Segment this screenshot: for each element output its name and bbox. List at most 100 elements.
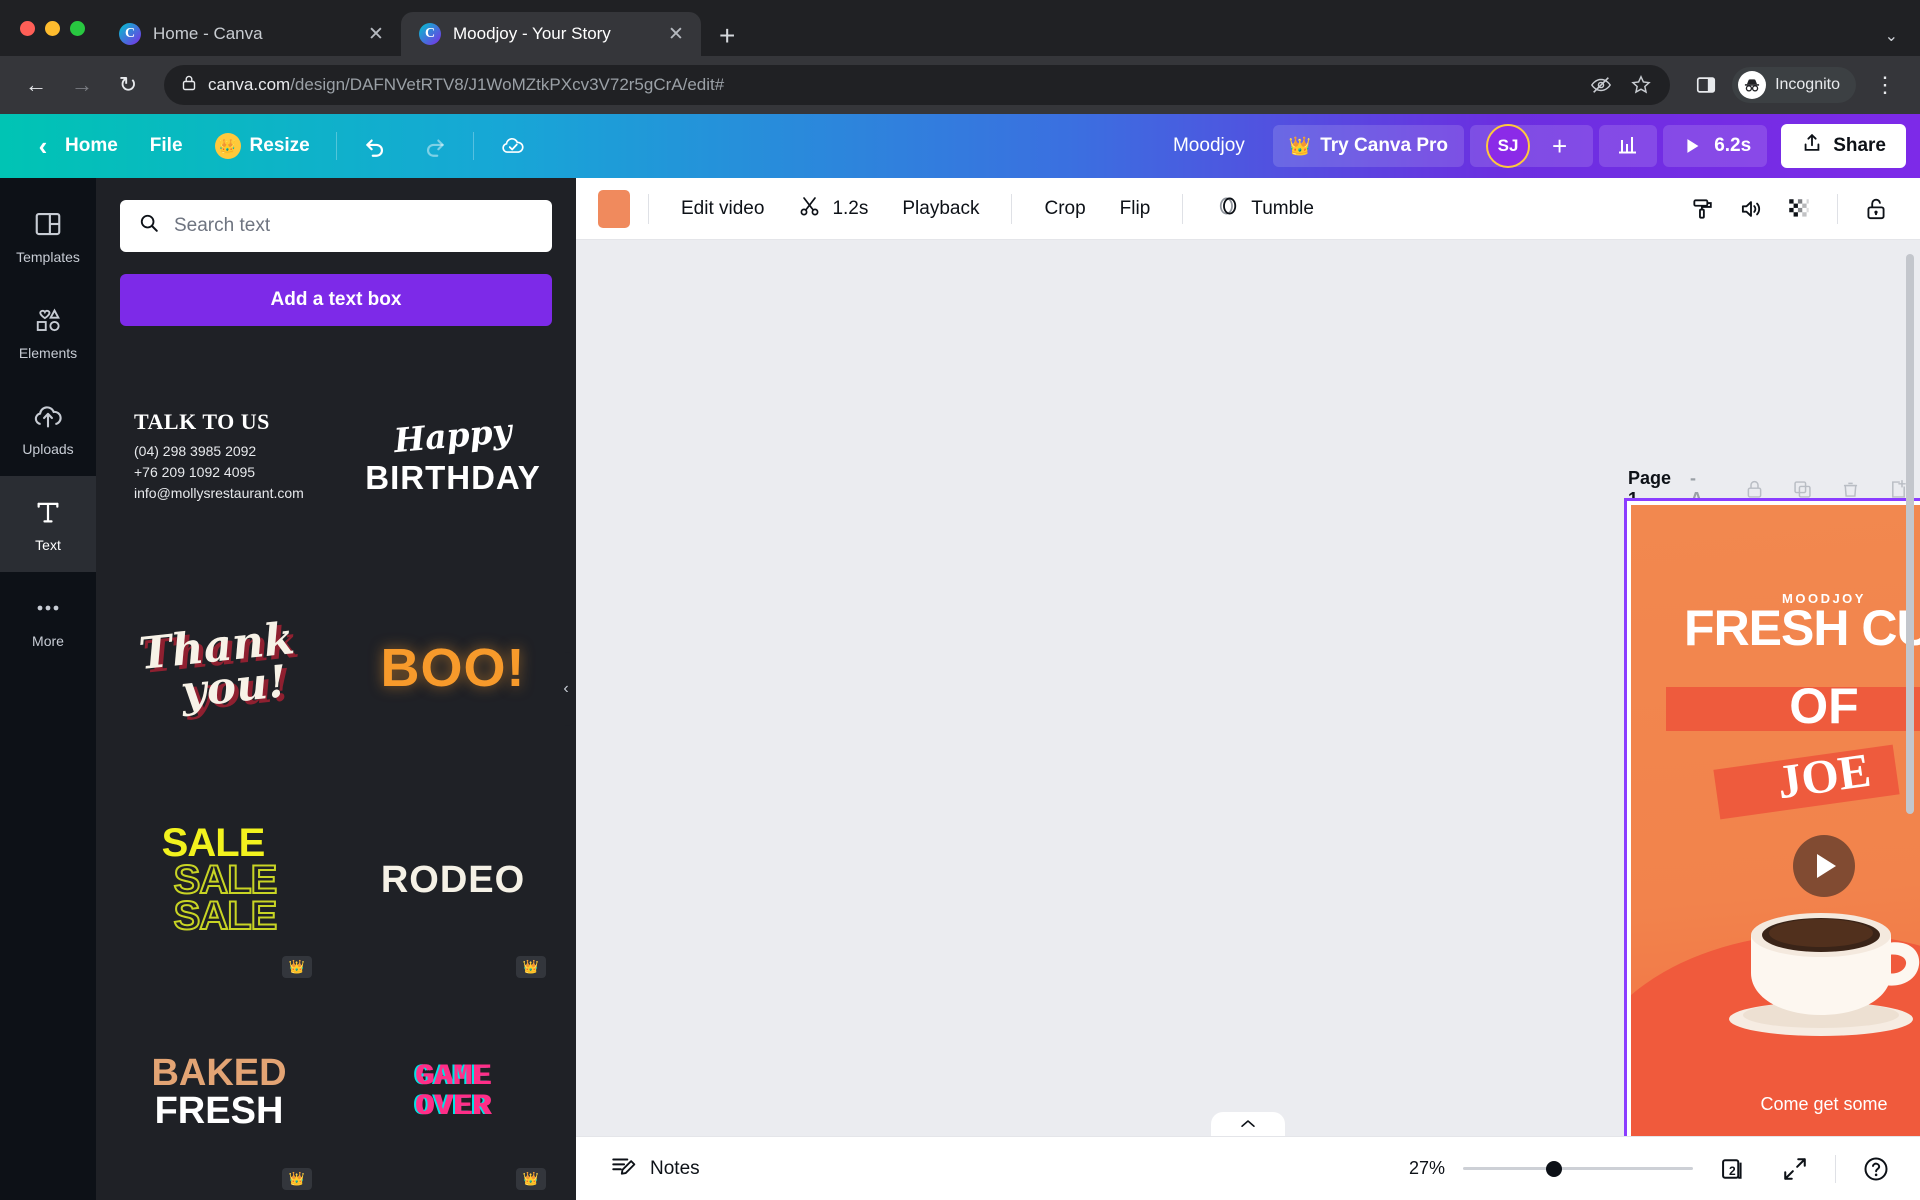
divider [335, 132, 337, 160]
sidebar-item-more[interactable]: More [0, 572, 96, 668]
color-swatch-button[interactable] [598, 189, 630, 228]
poster-of: OF [1789, 678, 1859, 734]
search-placeholder: Search text [174, 215, 271, 236]
browser-tab-home-canva[interactable]: C Home - Canva ✕ [101, 12, 401, 56]
page-1-canvas[interactable]: MOODJOY FRESH CUP OF JOE [1624, 498, 1920, 1136]
text-template-grid: TALK TO US (04) 298 3985 2092 +76 209 10… [120, 350, 552, 1198]
text-template-talk-to-us[interactable]: TALK TO US (04) 298 3985 2092 +76 209 10… [120, 350, 318, 562]
help-icon[interactable] [1854, 1149, 1898, 1189]
play-icon [1817, 854, 1836, 878]
page-manager-icon[interactable]: 2 [1711, 1149, 1755, 1189]
close-window-button[interactable] [20, 20, 35, 36]
undo-icon [363, 133, 389, 159]
poster-caption: Come get some [1760, 1094, 1888, 1114]
text-template-boo[interactable]: BOO! [354, 562, 552, 774]
pro-crown-icon: 👑 [516, 1168, 546, 1190]
tab-list-menu-button[interactable]: ⌄ [1885, 26, 1920, 56]
text-template-thank-you[interactable]: Thank you! [120, 562, 318, 774]
home-button[interactable]: ‹ Home [14, 125, 134, 167]
side-panel-icon[interactable] [1686, 65, 1726, 105]
sidebar-item-text[interactable]: Text [0, 476, 96, 572]
url-domain: canva.com [208, 75, 291, 94]
home-label: Home [65, 135, 118, 156]
fullscreen-icon[interactable] [1773, 1149, 1817, 1189]
present-button[interactable]: 6.2s [1663, 125, 1768, 167]
sidebar-item-elements[interactable]: Elements [0, 284, 96, 380]
edit-video-button[interactable]: Edit video [667, 189, 778, 229]
reload-button[interactable]: ↻ [108, 65, 148, 105]
zoom-slider[interactable] [1463, 1160, 1693, 1178]
close-icon[interactable]: ✕ [665, 25, 687, 44]
template-title: TALK TO US [134, 408, 270, 434]
text-template-game-over[interactable]: GAME OVER 👑 [354, 986, 552, 1198]
crown-icon: 👑 [214, 133, 241, 159]
unlock-icon[interactable] [1854, 189, 1898, 229]
canva-icon: C [119, 23, 141, 45]
scrollbar-thumb[interactable] [1906, 254, 1914, 814]
collapse-timeline-button[interactable] [1211, 1112, 1285, 1136]
add-text-box-button[interactable]: Add a text box [120, 274, 552, 326]
collaborators-group[interactable]: SJ + [1470, 124, 1594, 168]
page-count: 2 [1728, 1163, 1736, 1178]
share-button[interactable]: Share [1781, 124, 1906, 168]
text-template-happy-birthday[interactable]: Happy BIRTHDAY [354, 350, 552, 562]
playback-button[interactable]: Playback [888, 189, 993, 229]
text-template-sale[interactable]: SALE SALE SALE 👑 [120, 774, 318, 986]
play-video-button[interactable] [1793, 835, 1855, 897]
add-collaborator-button[interactable]: + [1542, 131, 1577, 162]
text-template-baked-fresh[interactable]: BAKED FRESH 👑 [120, 986, 318, 1198]
lock-icon [182, 75, 196, 96]
document-title[interactable]: Moodjoy [1151, 135, 1267, 157]
crop-button[interactable]: Crop [1030, 189, 1099, 229]
resize-button[interactable]: 👑 Resize [199, 125, 326, 167]
redo-button[interactable] [405, 125, 463, 167]
profile-incognito-button[interactable]: Incognito [1732, 67, 1856, 103]
notes-button[interactable]: Notes [598, 1153, 712, 1185]
divider [472, 132, 474, 160]
close-icon[interactable]: ✕ [365, 25, 387, 44]
sidebar-item-templates[interactable]: Templates [0, 188, 96, 284]
browser-tab-moodjoy[interactable]: C Moodjoy - Your Story ✕ [401, 12, 701, 56]
new-tab-button[interactable]: + [701, 22, 751, 56]
back-button[interactable]: ← [16, 65, 56, 105]
maximize-window-button[interactable] [70, 20, 85, 36]
poster-design[interactable]: MOODJOY FRESH CUP OF JOE [1631, 505, 1920, 1136]
template-line: (04) 298 3985 2092 [134, 442, 257, 459]
template-line: BIRTHDAY [365, 458, 541, 496]
sidebar-item-uploads[interactable]: Uploads [0, 380, 96, 476]
divider [1182, 193, 1184, 224]
canvas-scroll-area[interactable]: Page 1 - A... [576, 240, 1920, 1136]
transparency-icon[interactable] [1777, 189, 1821, 229]
template-line: SALE [161, 820, 266, 865]
zoom-slider-knob[interactable] [1545, 1160, 1562, 1177]
canvas-scrollbar[interactable] [1906, 254, 1914, 954]
status-bar: Notes 27% 2 [576, 1136, 1920, 1200]
tumble-button[interactable]: Tumble [1201, 189, 1328, 229]
minimize-window-button[interactable] [45, 20, 60, 36]
edit-video-label: Edit video [681, 197, 765, 219]
try-canva-pro-button[interactable]: 👑 Try Canva Pro [1272, 125, 1465, 167]
cloud-saved-button[interactable] [484, 125, 542, 167]
collapse-panel-button[interactable]: ‹ [555, 652, 576, 726]
browser-menu-button[interactable]: ⋮ [1862, 74, 1904, 96]
notes-label: Notes [650, 1157, 700, 1179]
incognito-icon [1738, 71, 1767, 99]
tab-title: Moodjoy - Your Story [453, 24, 611, 43]
play-duration: 6.2s [1714, 135, 1752, 156]
volume-icon[interactable] [1729, 189, 1773, 229]
undo-button[interactable] [347, 125, 405, 167]
avatar[interactable]: SJ [1486, 124, 1531, 168]
address-bar[interactable]: canva.com/design/DAFNVetRTV8/J1WoMZtkPXc… [164, 65, 1671, 105]
canva-body: Templates Elements Uploads Text More Sea… [0, 178, 1920, 1200]
forward-button[interactable]: → [62, 65, 102, 105]
search-input[interactable]: Search text [120, 200, 552, 252]
left-rail: Templates Elements Uploads Text More [0, 178, 96, 1200]
paint-roller-icon[interactable] [1681, 189, 1725, 229]
flip-button[interactable]: Flip [1106, 189, 1165, 229]
bookmark-star-icon[interactable] [1630, 74, 1652, 96]
hide-icon[interactable] [1590, 74, 1612, 96]
trim-button[interactable]: 1.2s [784, 189, 882, 229]
insights-button[interactable] [1599, 125, 1658, 167]
file-menu-button[interactable]: File [134, 125, 199, 167]
text-template-rodeo[interactable]: RODEO 👑 [354, 774, 552, 986]
